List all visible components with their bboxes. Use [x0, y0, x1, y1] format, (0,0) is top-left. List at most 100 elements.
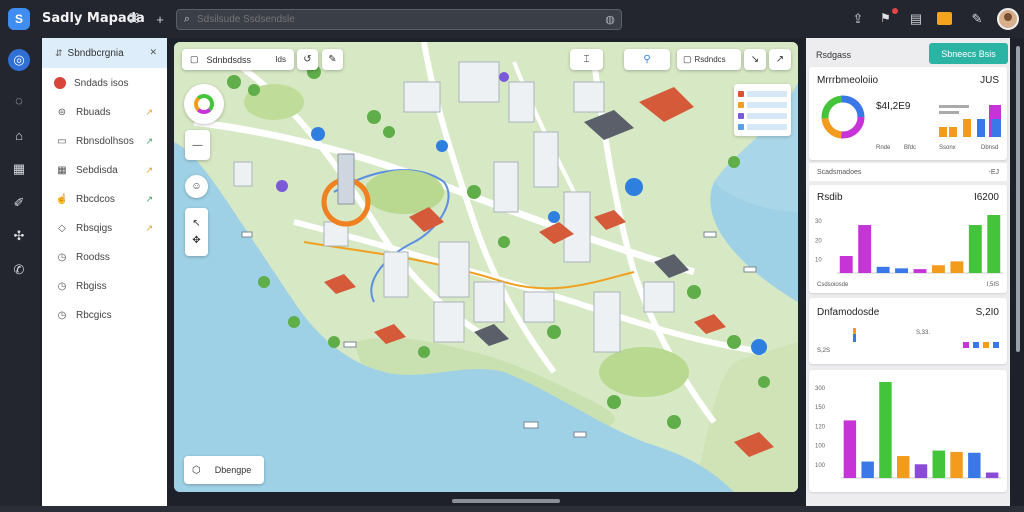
clock-icon: ◷: [57, 309, 67, 321]
bar[interactable]: [861, 461, 874, 478]
compass-icon: [194, 94, 214, 114]
map-layer-selector[interactable]: ▢ Sdnbdsdss Ids: [182, 49, 294, 70]
bar[interactable]: [913, 269, 927, 273]
sidebar-item-label: Rbnsdolhsos: [76, 135, 134, 147]
bag-icon: ⊜: [57, 106, 67, 118]
bar[interactable]: [858, 225, 872, 273]
style-icon: ▢: [683, 54, 692, 64]
bar-chart-card-2[interactable]: 300 150 120 100 100: [809, 370, 1007, 492]
analytics-title: Rsdgass: [816, 50, 852, 60]
route-tool-button[interactable]: ⚲: [624, 49, 670, 70]
sidebar-item-label: Sndads isos: [74, 77, 129, 89]
sidebar-item-label: Rbuads: [76, 106, 111, 118]
zoom-out-button[interactable]: —: [185, 130, 210, 160]
bar[interactable]: [932, 450, 945, 478]
summary-title: Mrrrbmeoloiio: [817, 75, 879, 86]
map-legend: [734, 84, 791, 136]
notification-icon[interactable]: ⚑: [880, 8, 898, 25]
stats-card[interactable]: Dnfamodosde S,2I0 S,2S S,33.: [809, 298, 1007, 364]
add-icon[interactable]: +: [151, 10, 169, 28]
navigation-controls[interactable]: ↖ ✥: [185, 208, 208, 256]
vertical-scrollbar[interactable]: [1016, 46, 1020, 352]
side-panel: ⇵ Sbndbcrgnia ✕ Sndads isos ⊜ Rbuads ↗ ▭ Rbns…: [42, 38, 167, 512]
trend-arrow-icon: ↗: [145, 106, 153, 117]
voice-icon[interactable]: ◍: [599, 13, 621, 26]
bar[interactable]: [950, 261, 964, 273]
filter-icon[interactable]: ⇵: [55, 48, 63, 59]
map-view[interactable]: ▢ Sdnbdsdss Ids ↺ ✎ — ☺ ↖ ✥ ⌶ ⚲ ▢ Rsdndc…: [174, 42, 798, 492]
sidebar-item[interactable]: ▦ Sebdisda ↗: [42, 159, 167, 181]
map-view-toggle[interactable]: ⌶: [570, 49, 603, 70]
measure-tool-button[interactable]: ✎: [322, 49, 343, 70]
sidebar-item[interactable]: ◇ Rbsqigs ↗: [42, 217, 167, 239]
compass-button[interactable]: [184, 84, 224, 124]
bar[interactable]: [968, 225, 982, 273]
section-row[interactable]: Scadsmadoes -EJ: [809, 163, 1007, 181]
sidebar-item-label: Sebdisda: [76, 164, 118, 176]
sidebar-item[interactable]: ⊜ Rbuads ↗: [42, 101, 167, 123]
bookmark-icon[interactable]: ⌘: [125, 10, 143, 28]
table-icon: ▭: [57, 135, 67, 147]
legend-swatch: [738, 90, 744, 97]
bar[interactable]: [879, 382, 892, 478]
sidebar-item[interactable]: ◷ Roodss: [42, 246, 167, 268]
draw-tool-button[interactable]: ↺: [297, 49, 318, 70]
export-icon[interactable]: ⇪: [849, 10, 867, 28]
sidebar-item[interactable]: ▭ Rbnsdolhsos ↗: [42, 130, 167, 152]
sidebar-item[interactable]: Sndads isos: [42, 72, 167, 94]
analytics-panel: Rsdgass Sbneecs Bsis Mrrrbmeoloiio JUS $…: [806, 38, 1010, 512]
close-icon[interactable]: ✕: [149, 47, 157, 58]
bar[interactable]: [987, 215, 1001, 273]
cursor-icon[interactable]: ↖: [192, 218, 200, 229]
route-icon[interactable]: ✣: [8, 225, 30, 247]
street-view-button[interactable]: ☺: [185, 175, 208, 198]
horizontal-scrollbar[interactable]: [452, 499, 560, 503]
bar[interactable]: [931, 265, 945, 273]
home-icon[interactable]: ⌂: [8, 124, 30, 146]
edit-icon[interactable]: ✎: [968, 10, 986, 28]
bar[interactable]: [843, 420, 857, 478]
summary-amount: $4I,2E9: [876, 101, 911, 112]
bar[interactable]: [985, 472, 999, 478]
chat-icon[interactable]: ◌: [8, 89, 30, 111]
bar[interactable]: [839, 255, 853, 273]
legend-bar: [747, 90, 787, 97]
stats-left: S,2S: [817, 348, 831, 354]
fullscreen-button[interactable]: ↗: [769, 49, 791, 70]
phone-icon[interactable]: ✆: [8, 259, 30, 281]
map-canvas[interactable]: [174, 42, 798, 492]
bar[interactable]: [895, 268, 909, 273]
bar[interactable]: [914, 464, 928, 478]
sidebar-item[interactable]: ◷ Rbgiss: [42, 275, 167, 297]
pin-icon[interactable]: ✐: [8, 192, 30, 214]
map-style-selector[interactable]: ▢ Rsdndcs: [677, 49, 741, 70]
summary-card[interactable]: Mrrrbmeoloiio JUS $4I,2E9 Rnde Bfdc Ssonx D…: [809, 67, 1007, 160]
bar-chart-card[interactable]: Rsdib I6200 30 20 10 Csdsoiosde I,5IS: [809, 185, 1007, 293]
map-settings-button[interactable]: ⬡ Dbengpe: [184, 456, 264, 484]
status-badge[interactable]: [937, 12, 952, 25]
layers-icon[interactable]: ◎: [8, 49, 30, 71]
avatar[interactable]: [997, 8, 1019, 30]
app-logo-icon[interactable]: S: [8, 8, 30, 30]
document-icon[interactable]: ▤: [907, 10, 925, 28]
chart2-svg: 300 150 120 100 100: [815, 382, 1001, 479]
layer-icon: ▢: [190, 54, 199, 64]
left-rail: ◎ ◌ ⌂ ▦ ✐ ✣ ✆: [0, 38, 40, 512]
alert-icon: [54, 77, 66, 89]
pan-icon[interactable]: ✥: [192, 235, 200, 246]
sidebar-item[interactable]: ◷ Rbcgics: [42, 304, 167, 326]
y-tick-label: 100: [815, 463, 826, 469]
y-tick-label: 20: [815, 238, 822, 244]
sidebar-item[interactable]: ☝ Rbcdcos ↗: [42, 188, 167, 210]
summary-value: JUS: [980, 75, 999, 86]
minus-icon: —: [192, 139, 203, 151]
search-input[interactable]: [197, 14, 599, 25]
bar[interactable]: [897, 456, 910, 478]
calendar-icon[interactable]: ▦: [8, 158, 30, 180]
search-bar[interactable]: ⌕ ◍: [176, 9, 622, 30]
bar[interactable]: [876, 266, 890, 273]
select-tool-button[interactable]: ↘: [744, 49, 766, 70]
bar[interactable]: [968, 452, 981, 478]
primary-action-button[interactable]: Sbneecs Bsis: [929, 43, 1008, 64]
bar[interactable]: [950, 451, 963, 478]
